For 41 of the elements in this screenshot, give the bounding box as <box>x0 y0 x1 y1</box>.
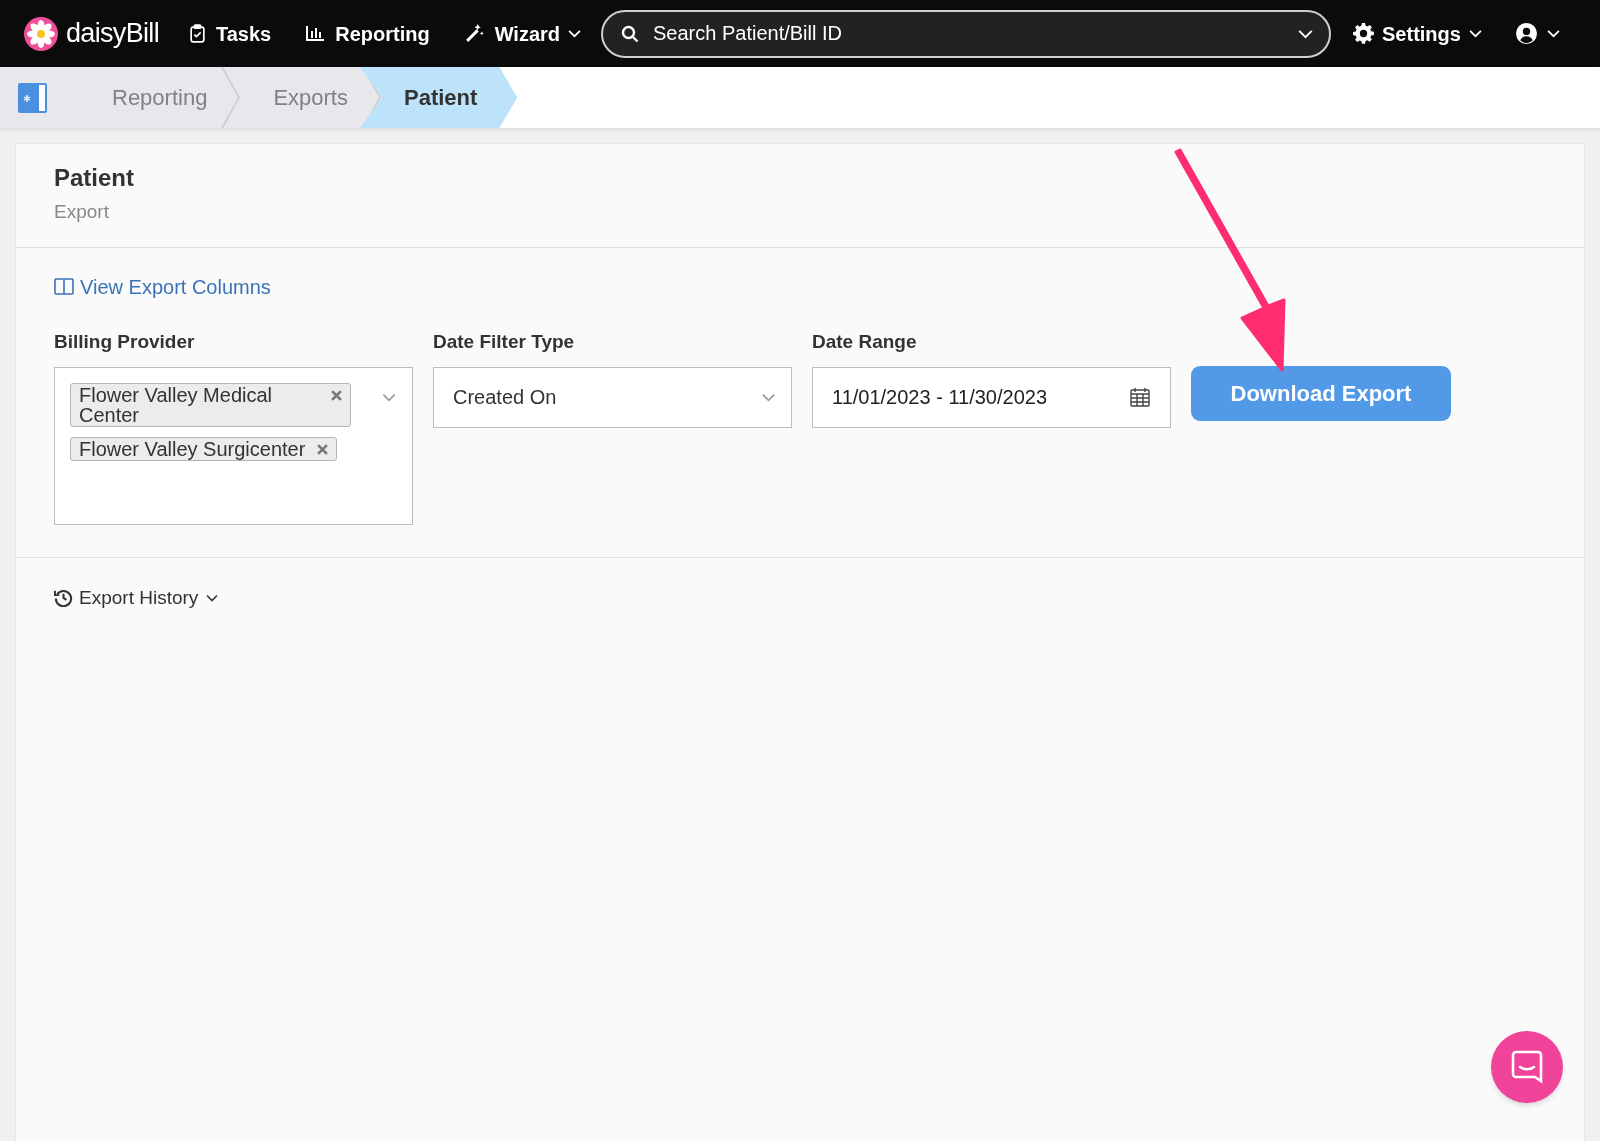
remove-icon[interactable] <box>317 443 329 455</box>
settings-menu[interactable]: Settings <box>1353 18 1482 49</box>
date-range-field[interactable]: 11/01/2023 - 11/30/2023 <box>812 366 1171 428</box>
gear-icon <box>1353 23 1375 44</box>
field-label: Date Filter Type <box>433 330 576 354</box>
chat-icon <box>1511 1050 1543 1084</box>
clipboard-check-icon <box>188 24 206 43</box>
chevron-down-icon <box>1546 29 1560 38</box>
page-subtitle: Export <box>54 200 110 224</box>
columns-icon <box>54 278 74 295</box>
search-icon <box>621 24 640 43</box>
nav-link[interactable]: Reporting <box>305 18 430 49</box>
magic-wand-icon <box>463 23 485 44</box>
logo-text[interactable]: daisyBill <box>66 13 159 54</box>
search-field[interactable]: Search Patient/Bill ID <box>601 9 1332 58</box>
selected-tag[interactable]: Flower Valley Surgicenter <box>70 436 338 461</box>
user-circle-icon <box>1515 23 1537 44</box>
chevron-down-icon <box>1298 28 1314 39</box>
field-label: Billing Provider <box>54 330 196 354</box>
view-columns-link[interactable]: View Export Columns <box>54 271 271 302</box>
multi-select-field[interactable]: Flower Valley Medical Center Flower Valley Surgicenter <box>54 366 413 525</box>
export-history-toggle[interactable]: Export History <box>54 583 219 612</box>
nav-link[interactable]: Tasks <box>188 18 272 49</box>
page-title: Patient <box>54 163 135 193</box>
home-book-icon[interactable] <box>18 82 47 113</box>
flower-logo-icon <box>24 16 58 51</box>
chevron-down-icon <box>382 392 396 402</box>
remove-icon[interactable] <box>331 389 342 401</box>
chevron-down-icon <box>1468 29 1482 38</box>
calendar-icon <box>1130 387 1150 407</box>
account-menu[interactable] <box>1515 23 1560 44</box>
chevron-down-icon <box>206 593 219 602</box>
dropdown-field[interactable]: Created On <box>433 366 792 428</box>
chevron-separator-icon <box>221 67 242 128</box>
breadcrumb[interactable]: Patient <box>360 67 518 128</box>
history-icon <box>54 588 73 608</box>
selected-tag[interactable]: Flower Valley Medical Center <box>70 382 351 427</box>
chevron-down-icon <box>761 392 776 402</box>
bar-chart-icon <box>305 25 326 42</box>
nav-link[interactable]: Wizard <box>463 18 582 49</box>
field-label: Date Range <box>812 330 918 354</box>
